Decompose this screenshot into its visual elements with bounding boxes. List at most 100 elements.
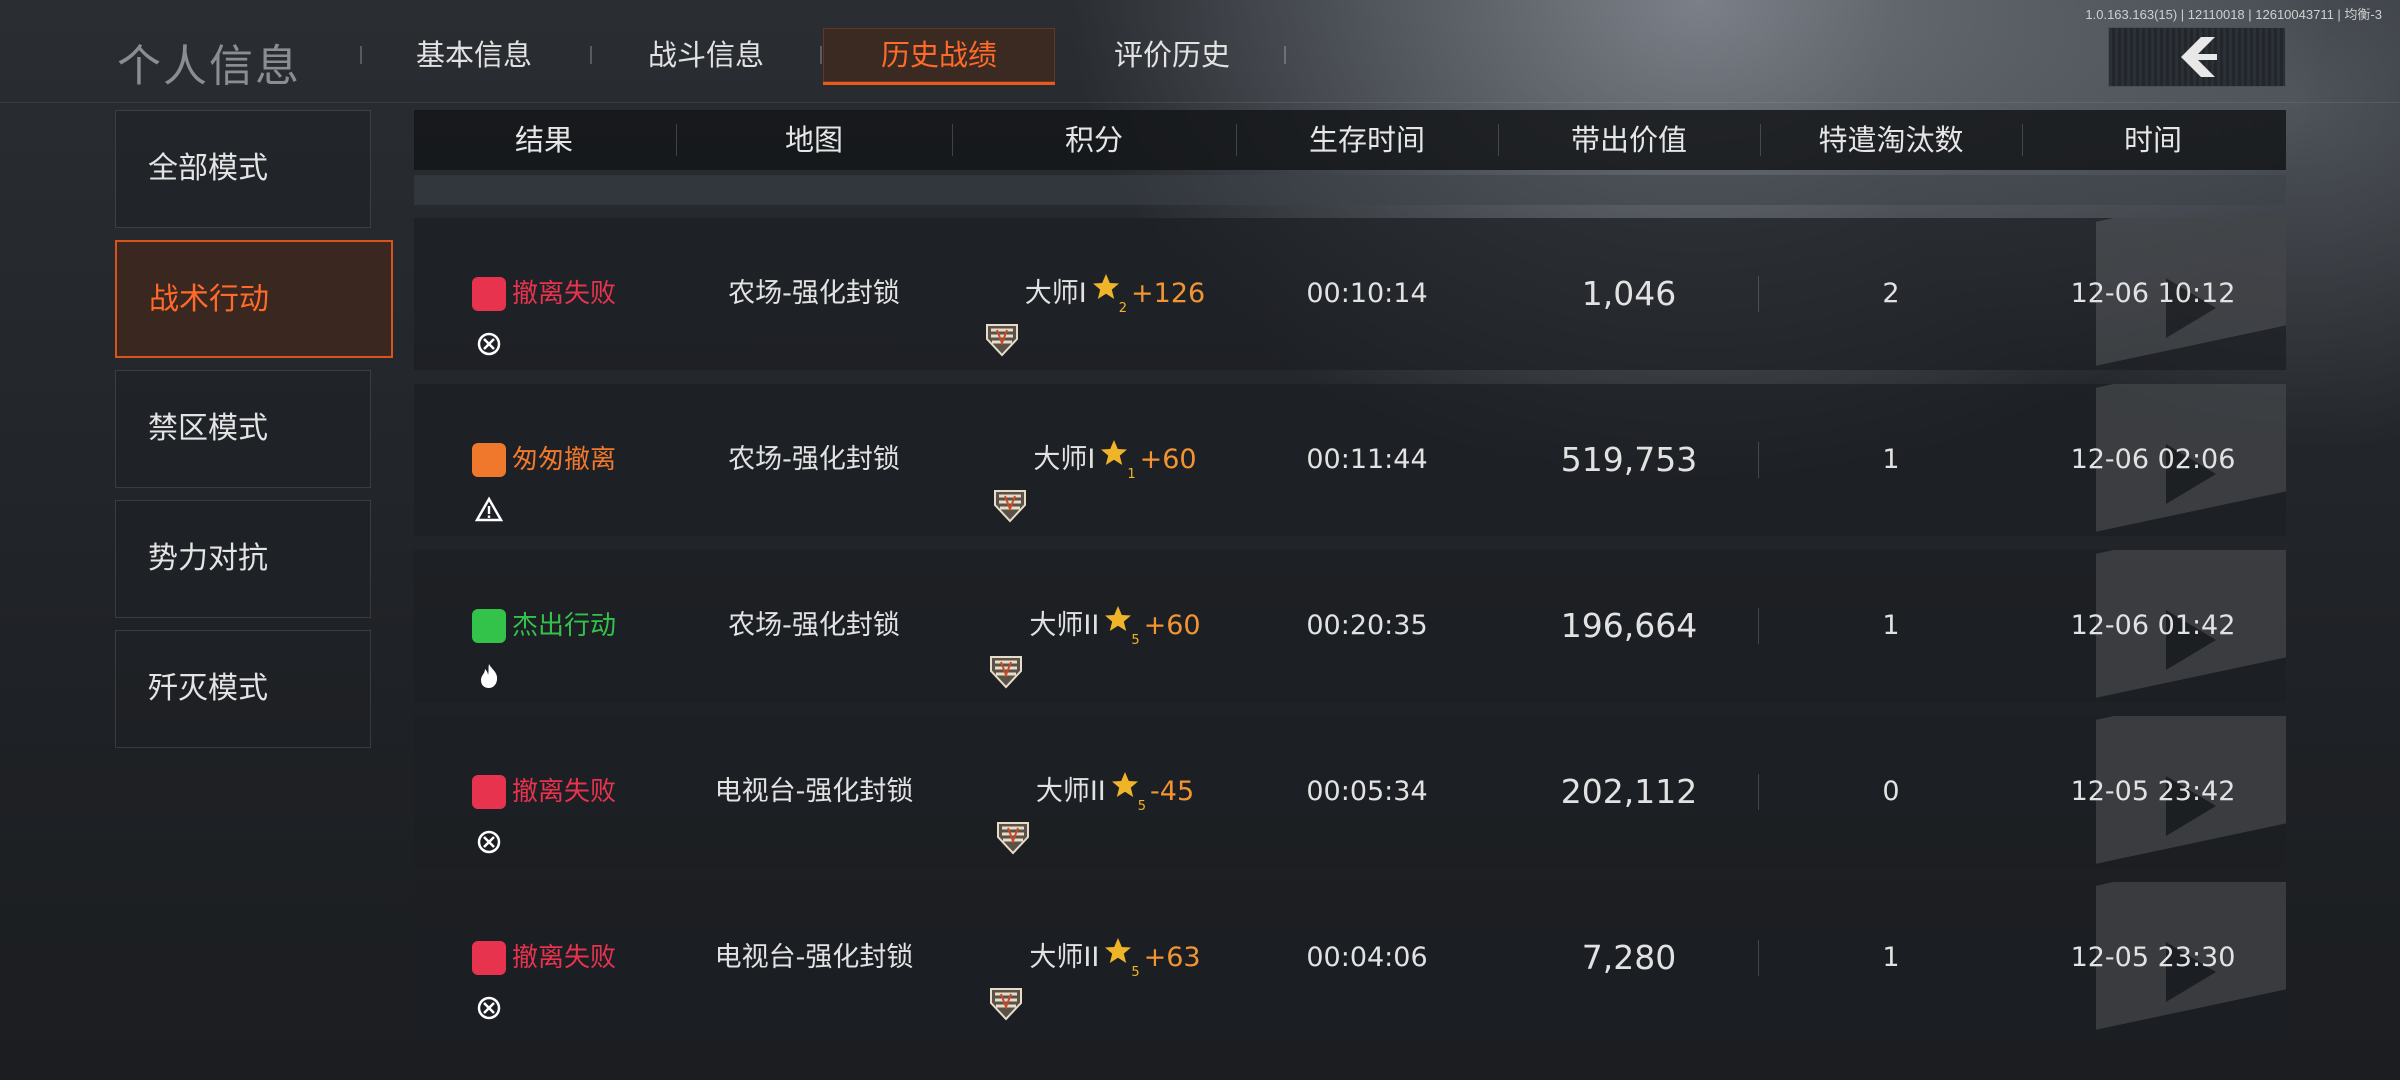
cell-separator bbox=[1758, 276, 1759, 312]
kills-cell: 1 bbox=[1882, 942, 1900, 973]
sidebar-item-faction-battle[interactable]: 势力对抗 bbox=[115, 500, 371, 618]
rank-label: 大师II bbox=[1035, 776, 1106, 807]
rank-badge-icon bbox=[994, 773, 1032, 855]
time-cell: 12-06 01:42 bbox=[2070, 610, 2236, 641]
survival-time-cell: 00:20:35 bbox=[1306, 610, 1428, 641]
rank-badge-icon bbox=[987, 607, 1025, 689]
map-cell: 农场-强化封锁 bbox=[728, 444, 900, 475]
result-cell: 匆匆撤离 bbox=[414, 384, 674, 536]
extracted-value-cell: 1,046 bbox=[1581, 274, 1677, 313]
cross-circle-icon bbox=[471, 941, 506, 1020]
star-count: 1 bbox=[1127, 467, 1136, 482]
tab-basic-info[interactable]: 基本信息 bbox=[394, 28, 554, 82]
result-cell: 杰出行动 bbox=[414, 550, 674, 702]
survival-time-cell: 00:11:44 bbox=[1306, 444, 1428, 475]
column-header-time: 时间 bbox=[2123, 123, 2182, 157]
result-badge: 撤离失败 bbox=[471, 716, 616, 868]
column-header-result: 结果 bbox=[514, 123, 573, 157]
flame-icon bbox=[471, 609, 506, 688]
cell-separator bbox=[1758, 774, 1759, 810]
result-text: 匆匆撤离 bbox=[511, 445, 616, 475]
warning-icon bbox=[471, 443, 506, 522]
tab-battle-info[interactable]: 战斗信息 bbox=[626, 28, 786, 82]
rank-label: 大师II bbox=[1029, 942, 1100, 973]
score-cell: 大师II 5 +60 bbox=[952, 550, 1236, 702]
result-text: 杰出行动 bbox=[511, 611, 616, 641]
page-title: 个人信息 bbox=[117, 41, 301, 92]
extracted-value-cell: 196,664 bbox=[1560, 606, 1698, 645]
table-row[interactable]: 撤离失败 农场-强化封锁 大师I 2 +126 00:10:14 1,046 2 12-06 1… bbox=[414, 218, 2286, 370]
map-cell: 电视台-强化封锁 bbox=[714, 942, 914, 973]
result-badge: 撤离失败 bbox=[471, 882, 616, 1034]
result-text: 撤离失败 bbox=[511, 279, 616, 309]
result-badge: 匆匆撤离 bbox=[471, 384, 616, 536]
survival-time-cell: 00:10:14 bbox=[1306, 278, 1428, 309]
rank-label: 大师I bbox=[1024, 278, 1087, 309]
score-group: 大师I 2 +126 bbox=[983, 218, 1205, 370]
tab-separator bbox=[820, 46, 822, 64]
star-icon bbox=[1103, 550, 1133, 702]
tab-separator bbox=[1284, 46, 1286, 64]
table-row[interactable]: 撤离失败 电视台-强化封锁 大师II 5 -45 00:05:34 202,112 0 12-0… bbox=[414, 716, 2286, 868]
table-row[interactable]: 匆匆撤离 农场-强化封锁 大师I 1 +60 00:11:44 519,753 1 12-06 … bbox=[414, 384, 2286, 536]
rank-label: 大师I bbox=[1033, 444, 1096, 475]
kills-cell: 2 bbox=[1882, 278, 1900, 309]
extracted-value-cell: 202,112 bbox=[1560, 772, 1698, 811]
sidebar-item-restricted-zone[interactable]: 禁区模式 bbox=[115, 370, 371, 488]
rank-badge-icon bbox=[983, 275, 1021, 357]
tab-history-record[interactable]: 历史战绩 bbox=[823, 28, 1055, 85]
table-row[interactable]: 杰出行动 农场-强化封锁 大师II 5 +60 00:20:35 196,664 1 12-06… bbox=[414, 550, 2286, 702]
result-cell: 撤离失败 bbox=[414, 716, 674, 868]
kills-cell: 1 bbox=[1882, 610, 1900, 641]
column-header-extracted-value: 带出价值 bbox=[1570, 123, 1687, 157]
survival-time-cell: 00:05:34 bbox=[1306, 776, 1428, 807]
result-cell: 撤离失败 bbox=[414, 218, 674, 370]
sidebar-item-tactical-ops[interactable]: 战术行动 bbox=[115, 240, 393, 358]
score-cell: 大师II 5 -45 bbox=[952, 716, 1236, 868]
star-icon bbox=[1099, 384, 1129, 536]
cross-circle-icon bbox=[471, 775, 506, 854]
star-icon bbox=[1110, 716, 1140, 868]
cross-circle-icon bbox=[471, 277, 506, 356]
table-header: 结果 地图 积分 生存时间 带出价值 特遣淘汰数 时间 bbox=[414, 110, 2286, 170]
tab-separator bbox=[360, 46, 362, 64]
score-delta: +63 bbox=[1143, 942, 1201, 973]
table-header-strip bbox=[414, 175, 2286, 205]
score-delta: +60 bbox=[1143, 610, 1201, 641]
score-group: 大师II 5 +60 bbox=[987, 550, 1201, 702]
result-cell: 撤离失败 bbox=[414, 882, 674, 1034]
kills-cell: 0 bbox=[1882, 776, 1900, 807]
kills-cell: 1 bbox=[1882, 444, 1900, 475]
cell-separator bbox=[1758, 940, 1759, 976]
time-cell: 12-05 23:30 bbox=[2070, 942, 2236, 973]
score-cell: 大师I 1 +60 bbox=[952, 384, 1236, 536]
result-text: 撤离失败 bbox=[511, 943, 616, 973]
sidebar-item-annihilation[interactable]: 歼灭模式 bbox=[115, 630, 371, 748]
rank-label: 大师II bbox=[1029, 610, 1100, 641]
column-header-kills: 特遣淘汰数 bbox=[1818, 123, 1964, 157]
star-count: 5 bbox=[1131, 965, 1140, 980]
score-cell: 大师II 5 +63 bbox=[952, 882, 1236, 1034]
map-cell: 农场-强化封锁 bbox=[728, 610, 900, 641]
score-group: 大师I 1 +60 bbox=[991, 384, 1197, 536]
cell-separator bbox=[1758, 442, 1759, 478]
time-cell: 12-05 23:42 bbox=[2070, 776, 2236, 807]
rank-badge-icon bbox=[987, 939, 1025, 1021]
score-cell: 大师I 2 +126 bbox=[952, 218, 1236, 370]
version-text: 1.0.163.163(15) | 12110018 | 12610043711… bbox=[2085, 7, 2382, 22]
survival-time-cell: 00:04:06 bbox=[1306, 942, 1428, 973]
table-row[interactable]: 撤离失败 电视台-强化封锁 大师II 5 +63 00:04:06 7,280 1 12-05 … bbox=[414, 882, 2286, 1034]
back-button[interactable] bbox=[2108, 27, 2286, 87]
result-text: 撤离失败 bbox=[511, 777, 616, 807]
star-count: 5 bbox=[1137, 799, 1147, 814]
star-count: 2 bbox=[1118, 301, 1128, 316]
score-delta: -45 bbox=[1150, 776, 1195, 807]
time-cell: 12-06 10:12 bbox=[2070, 278, 2236, 309]
star-icon bbox=[1103, 882, 1133, 1034]
score-delta: +60 bbox=[1139, 444, 1197, 475]
sidebar-item-all-modes[interactable]: 全部模式 bbox=[115, 110, 371, 228]
star-count: 5 bbox=[1131, 633, 1140, 648]
column-header-score: 积分 bbox=[1064, 123, 1123, 157]
tab-rating-history[interactable]: 评价历史 bbox=[1092, 28, 1252, 82]
time-cell: 12-06 02:06 bbox=[2070, 444, 2236, 475]
